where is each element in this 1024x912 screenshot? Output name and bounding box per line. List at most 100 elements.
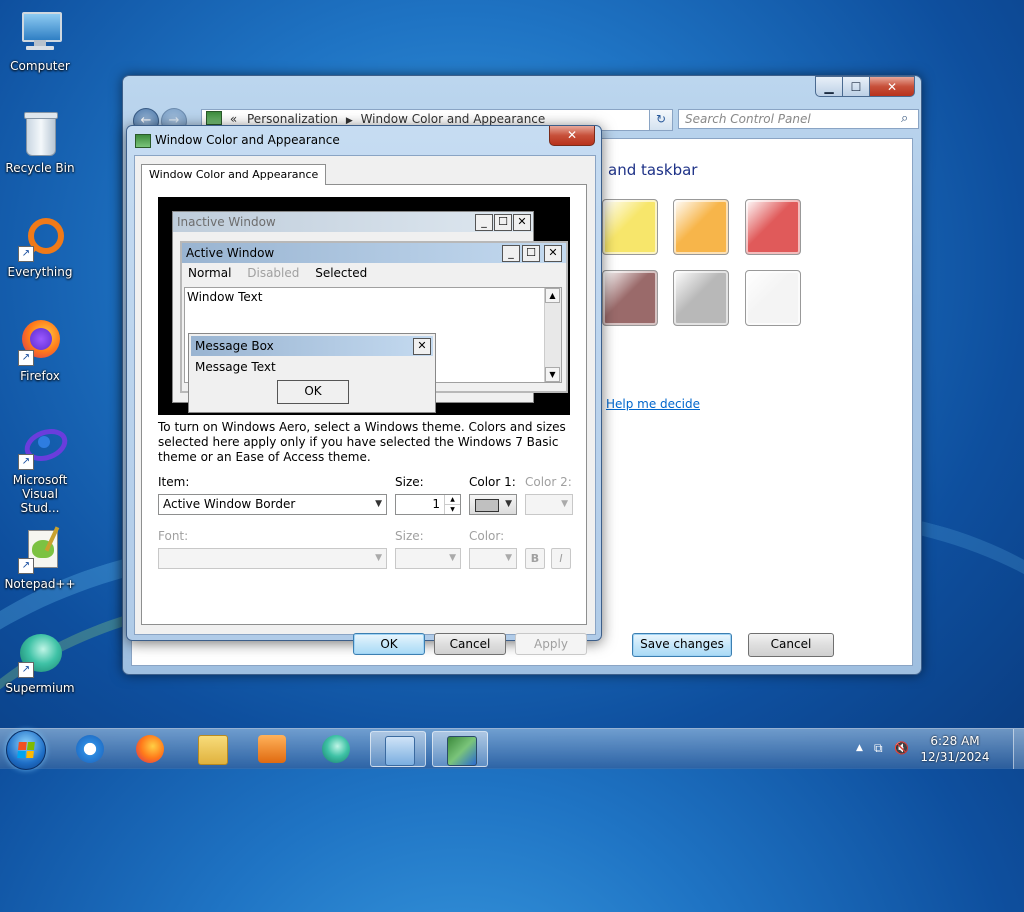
desktop-icon-everything[interactable]: ↗ Everything [2,214,78,279]
taskbar-file-explorer[interactable] [184,731,240,767]
taskbar-internet-explorer[interactable] [62,731,118,767]
media-player-icon [258,735,286,763]
control-panel-icon [385,736,415,766]
preview-ok-button: OK [277,380,349,404]
color-swatch-orange[interactable] [673,199,729,255]
size-label: Size: [395,475,424,489]
taskbar-supermium[interactable] [308,731,364,767]
breadcrumb-prefix[interactable]: « [230,112,237,126]
maximize-button[interactable]: ☐ [843,76,870,97]
desktop-icon-computer[interactable]: Computer [2,8,78,73]
system-tray: ▲ ⧉ 🔇 6:28 AM 12/31/2024 [852,729,1024,769]
font-color-picker[interactable]: ▼ [469,548,517,569]
color1-picker[interactable]: ▼ [469,494,517,515]
everything-icon: ↗ [16,214,64,262]
taskbar-window-color[interactable] [432,731,488,767]
inactive-window-title: Inactive Window [177,215,276,229]
clock-time: 6:28 AM [930,734,980,748]
desktop-icon-visual-studio[interactable]: ↗ Microsoft Visual Stud... [2,422,78,515]
clock-date: 12/31/2024 [920,750,990,764]
bold-button[interactable]: B [525,548,545,569]
color-swatch-white[interactable] [745,270,801,326]
item-label: Item: [158,475,190,489]
desktop-icon-firefox[interactable]: ↗ Firefox [2,318,78,383]
close-icon: ✕ [544,245,562,262]
item-select[interactable]: Active Window Border ▼ [158,494,387,515]
search-icon[interactable]: ⌕ [901,111,908,126]
breadcrumb-window-color[interactable]: Window Color and Appearance [361,112,546,126]
tab-window-color[interactable]: Window Color and Appearance [141,164,327,185]
window-color-icon [135,134,151,148]
preview-message-box: Message Box ✕ Message Text OK [188,333,436,413]
shortcut-arrow-icon: ↗ [18,558,34,574]
save-changes-button[interactable]: Save changes [632,633,732,657]
control-panel-icon [206,111,222,125]
font-color-label: Color: [469,529,505,543]
desktop-icon-label: Microsoft Visual Stud... [12,473,68,515]
ok-button[interactable]: OK [353,633,425,655]
window-color-icon [447,736,477,766]
volume-muted-icon[interactable]: 🔇 [894,741,909,755]
color-swatch-gray[interactable] [673,270,729,326]
color2-picker[interactable]: ▼ [525,494,573,515]
computer-icon [16,8,64,56]
desktop-icon-recycle-bin[interactable]: Recycle Bin [2,110,78,175]
font-select[interactable]: ▼ [158,548,387,569]
network-icon[interactable]: ⧉ [874,741,883,756]
desktop-icon-notepadpp[interactable]: ↗ Notepad++ [2,526,78,591]
breadcrumb-personalization[interactable]: Personalization [247,112,338,126]
show-desktop-button[interactable] [1013,729,1024,769]
desktop-icon-supermium[interactable]: ↗ Supermium [2,630,78,695]
shortcut-arrow-icon: ↗ [18,454,34,470]
stepper-up-icon[interactable]: ▲ [444,495,460,505]
preview-menu-bar: Normal Disabled Selected [182,263,566,283]
appearance-preview[interactable]: Inactive Window _ ☐ ✕ Active Window _ ☐ … [158,197,570,415]
show-hidden-icons-icon[interactable]: ▲ [856,743,863,753]
desktop-icon-label: Firefox [20,369,60,383]
minimize-button[interactable]: ▁ [815,76,843,97]
scroll-up-icon: ▲ [545,288,560,303]
color-swatch-red[interactable] [745,199,801,255]
notepadpp-icon: ↗ [16,526,64,574]
help-me-decide-link[interactable]: Help me decide [606,397,700,411]
internet-explorer-icon [76,735,104,763]
close-button[interactable]: ✕ [870,76,915,97]
cancel-button[interactable]: Cancel [434,633,506,655]
window-color-dialog[interactable]: Window Color and Appearance ✕ Window Col… [126,125,602,655]
shortcut-arrow-icon: ↗ [18,246,34,262]
color-swatch-brown[interactable] [602,270,658,326]
taskbar-media-player[interactable] [244,731,300,767]
refresh-button[interactable]: ↻ [649,109,673,131]
dialog-close-button[interactable]: ✕ [549,126,595,146]
close-icon: ✕ [886,79,898,94]
apply-button[interactable]: Apply [515,633,587,655]
active-window-title: Active Window [186,246,275,260]
chevron-down-icon: ▼ [505,499,512,509]
stepper-down-icon[interactable]: ▼ [444,505,460,514]
refresh-icon: ↻ [655,112,667,126]
firefox-icon [136,735,164,763]
desktop-icon-label: Computer [10,59,70,73]
start-button[interactable] [6,730,46,770]
clock[interactable]: 6:28 AM 12/31/2024 [910,733,1000,765]
cancel-button[interactable]: Cancel [748,633,834,657]
size-stepper[interactable]: 1 ▲ ▼ [395,494,461,515]
dialog-client-area: Window Color and Appearance Inactive Win… [134,155,596,655]
font-size-select[interactable]: ▼ [395,548,461,569]
font-size-label: Size: [395,529,424,543]
folder-icon [198,735,228,765]
chevron-down-icon: ▼ [505,553,512,563]
menu-disabled: Disabled [247,266,300,280]
item-select-value: Active Window Border [163,497,296,511]
close-icon: ✕ [513,214,531,231]
search-input[interactable]: Search Control Panel [678,109,919,129]
italic-button[interactable]: I [551,548,571,569]
color1-label: Color 1: [469,475,516,489]
color-swatch-yellow[interactable] [602,199,658,255]
close-icon: ✕ [413,338,431,355]
shortcut-arrow-icon: ↗ [18,350,34,366]
firefox-icon: ↗ [16,318,64,366]
minimize-icon: _ [502,245,520,262]
taskbar-firefox[interactable] [122,731,178,767]
taskbar-control-panel[interactable] [370,731,426,767]
